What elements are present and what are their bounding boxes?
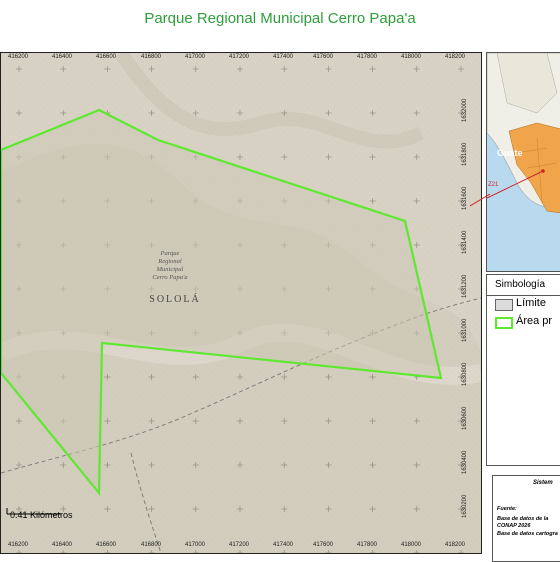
x-tick-label-bottom: 417600 (313, 542, 334, 548)
x-tick-label-bottom: 416200 (8, 542, 29, 548)
x-tick-label: 418000 (401, 54, 422, 60)
y-tick-label: 1631800 (462, 142, 468, 166)
x-tick-label-bottom: 417400 (273, 542, 294, 548)
legend-title: Simbología (495, 279, 546, 290)
y-tick-label: 1631000 (462, 318, 468, 342)
y-tick-label: 1631400 (462, 230, 468, 254)
x-tick-label: 418200 (445, 54, 466, 60)
source-line: CONAP 2026 (497, 523, 531, 529)
x-tick-label-bottom: 416400 (52, 542, 73, 548)
inset-map[interactable] (486, 52, 560, 272)
source-line: Base de datos cartogra (497, 531, 558, 537)
inset-country-label: Guate (497, 148, 523, 158)
y-tick-label: 1631600 (462, 186, 468, 210)
x-tick-label: 416400 (52, 54, 73, 60)
legend-swatch-protected-area (495, 317, 513, 329)
legend-panel: Simbología Límite Área pr (486, 274, 560, 466)
x-tick-label: 417200 (229, 54, 250, 60)
x-tick-label: 417600 (313, 54, 334, 60)
x-tick-label-bottom: 418200 (445, 542, 466, 548)
x-tick-label-bottom: 417800 (357, 542, 378, 548)
inset-canvas (487, 53, 560, 214)
source-line: Base de datos de la (497, 516, 549, 522)
source-title: Fuente: (497, 506, 517, 512)
inset-pointer-label: Z21 (488, 182, 499, 188)
map-canvas (1, 53, 481, 553)
park-label-line: Municipal (156, 266, 184, 273)
x-tick-label-bottom: 417200 (229, 542, 250, 548)
coordinate-system-label: Sistem (533, 480, 553, 486)
x-tick-label: 417400 (273, 54, 294, 60)
pointer-connector (470, 193, 490, 207)
y-tick-label: 1632000 (462, 98, 468, 122)
park-label-line: Parque (160, 250, 180, 257)
legend-label-protected-area: Área pr (516, 315, 553, 327)
x-tick-label-bottom: 416800 (141, 542, 162, 548)
x-tick-label-bottom: 416600 (96, 542, 117, 548)
legend-divider (487, 295, 560, 296)
y-tick-label: 1630400 (462, 450, 468, 474)
x-tick-label: 416200 (8, 54, 29, 60)
x-tick-label: 417000 (185, 54, 206, 60)
legend-label-limit: Límite (516, 297, 546, 309)
info-panel: Sistem Fuente: Base de datos de la CONAP… (492, 475, 560, 562)
park-label: Parque Regional Municipal Cerro Papa'a (140, 250, 200, 282)
x-tick-label-bottom: 418000 (401, 542, 422, 548)
map-title: Parque Regional Municipal Cerro Papa'a (144, 10, 416, 27)
x-tick-label: 416800 (141, 54, 162, 60)
park-label-line: Cerro Papa'a (152, 274, 188, 281)
park-label-line: Regional (158, 258, 182, 265)
y-tick-label: 1630200 (462, 494, 468, 518)
legend-swatch-limit (495, 299, 513, 311)
main-map[interactable] (0, 52, 482, 554)
x-tick-label: 417800 (357, 54, 378, 60)
y-tick-label: 1630800 (462, 362, 468, 386)
department-label: SOLOLÁ (149, 294, 201, 305)
scale-label: 0.41 Kilómetros (10, 510, 73, 520)
x-tick-label-bottom: 417000 (185, 542, 206, 548)
x-tick-label: 416600 (96, 54, 117, 60)
y-tick-label: 1630600 (462, 406, 468, 430)
y-tick-label: 1631200 (462, 274, 468, 298)
